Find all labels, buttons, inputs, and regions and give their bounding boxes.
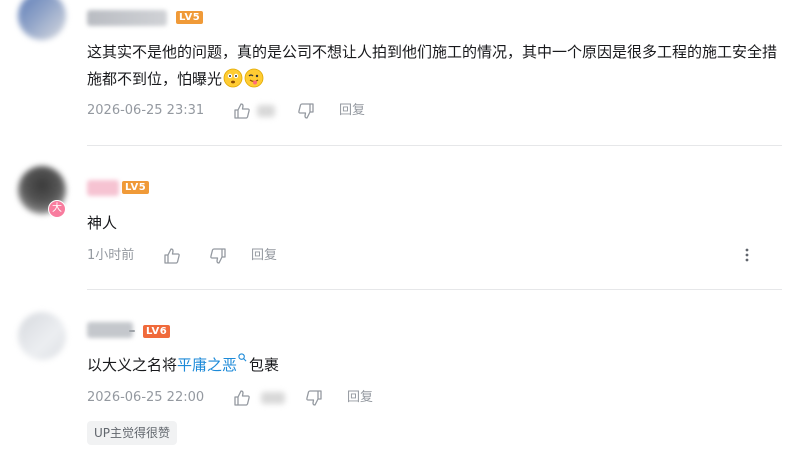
comment-text: 以大义之名将平庸之恶 包裹 — [87, 352, 787, 379]
comment-meta: 1小时前 回复 — [87, 246, 487, 266]
more-options-icon[interactable] — [738, 246, 756, 264]
comment-item: LV5 这其实不是他的问题，真的是公司不想让人拍到他们施工的情况，其中一个原因是… — [0, 0, 800, 145]
like-icon[interactable] — [233, 102, 251, 120]
username[interactable] — [87, 322, 133, 338]
comment-meta: 2026-06-25 23:31 回复 — [87, 101, 487, 121]
search-keyword-link[interactable]: 平庸之恶 — [177, 356, 237, 374]
dislike-icon[interactable] — [297, 102, 315, 120]
username[interactable] — [87, 10, 167, 26]
comment-meta: 2026-06-25 22:00 回复 — [87, 388, 487, 408]
username[interactable] — [87, 180, 119, 196]
level-badge: LV5 — [122, 181, 150, 194]
timestamp: 2026-06-25 22:00 — [87, 390, 205, 405]
reply-button[interactable]: 回复 — [251, 246, 277, 266]
thinking-emoji-icon — [223, 68, 243, 88]
comment-text-before: 以大义之名将 — [87, 356, 178, 374]
like-count — [261, 392, 285, 404]
timestamp: 1小时前 — [87, 248, 135, 263]
reply-button[interactable]: 回复 — [347, 388, 373, 408]
comment-text: 神人 — [87, 210, 787, 237]
dislike-icon[interactable] — [305, 389, 323, 407]
username-suffix — [129, 330, 135, 332]
up-liked-tag: UP主觉得很赞 — [87, 421, 178, 445]
search-icon[interactable] — [238, 353, 247, 362]
timestamp: 2026-06-25 23:31 — [87, 103, 205, 118]
comment-item: 大 LV5 神人 1小时前 回复 — [0, 146, 800, 289]
like-icon[interactable] — [163, 247, 181, 265]
comment-text-body: 神人 — [87, 214, 118, 232]
level-badge: LV5 — [176, 11, 204, 24]
like-icon[interactable] — [233, 389, 251, 407]
reply-button[interactable]: 回复 — [339, 101, 365, 121]
level-badge: LV6 — [143, 325, 171, 338]
avatar[interactable] — [18, 0, 66, 40]
avatar[interactable] — [18, 312, 66, 360]
comment-text-after: 包裹 — [249, 356, 280, 374]
official-badge-icon: 大 — [48, 200, 66, 218]
comment-text: 这其实不是他的问题，真的是公司不想让人拍到他们施工的情况，其中一个原因是很多工程… — [87, 39, 787, 93]
comment-text-body: 这其实不是他的问题，真的是公司不想让人拍到他们施工的情况，其中一个原因是很多工程… — [87, 43, 778, 88]
dislike-icon[interactable] — [209, 247, 227, 265]
like-count — [257, 105, 275, 117]
tongue-emoji-icon — [244, 68, 264, 88]
